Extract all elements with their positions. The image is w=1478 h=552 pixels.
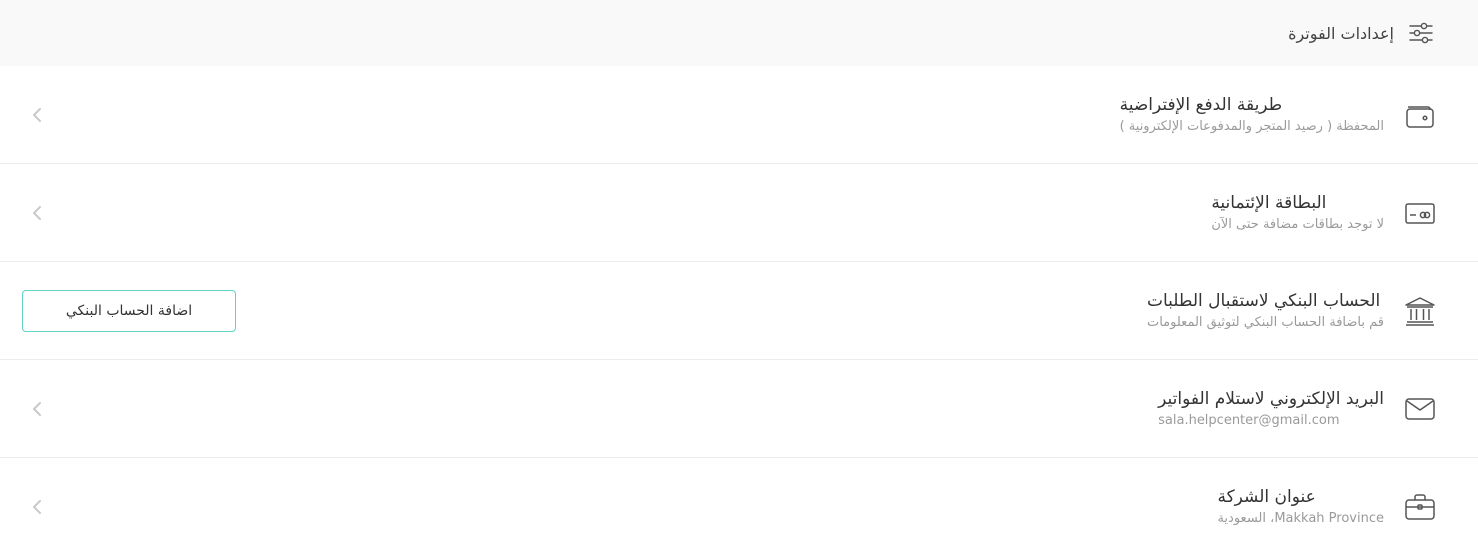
chevron-left-icon[interactable] bbox=[22, 394, 52, 424]
row-company-address[interactable]: عنوان الشركة Makkah Province، السعودية bbox=[0, 458, 1478, 552]
chevron-left-icon[interactable] bbox=[22, 198, 52, 228]
bank-icon bbox=[1404, 295, 1436, 327]
credit-card-icon bbox=[1404, 197, 1436, 229]
wallet-icon bbox=[1404, 99, 1436, 131]
row-title: البطاقة الإئتمانية bbox=[1211, 192, 1327, 213]
row-subtitle: لا توجد بطاقات مضافة حتى الآن bbox=[1211, 216, 1384, 232]
row-bank-account: الحساب البنكي لاستقبال الطلبات قم باضافة… bbox=[0, 262, 1478, 360]
envelope-icon bbox=[1404, 393, 1436, 425]
chevron-left-icon[interactable] bbox=[22, 100, 52, 130]
billing-settings-header: إعدادات الفوترة bbox=[0, 0, 1478, 66]
row-title: عنوان الشركة bbox=[1217, 487, 1316, 507]
row-credit-card[interactable]: البطاقة الإئتمانية لا توجد بطاقات مضافة … bbox=[0, 164, 1478, 262]
row-title: البريد الإلكتروني لاستلام الفواتير bbox=[1158, 388, 1384, 409]
row-subtitle: sala.helpcenter@gmail.com bbox=[1158, 412, 1340, 428]
briefcase-icon bbox=[1404, 491, 1436, 523]
row-subtitle: قم باضافة الحساب البنكي لتوثيق المعلومات bbox=[1146, 314, 1384, 330]
row-subtitle: Makkah Province، السعودية bbox=[1217, 511, 1384, 526]
row-default-payment-method[interactable]: طريقة الدفع الإفتراضية المحفظة ( رصيد ال… bbox=[0, 66, 1478, 164]
chevron-left-icon[interactable] bbox=[22, 492, 52, 522]
add-bank-account-button[interactable]: اضافة الحساب البنكي bbox=[22, 289, 236, 332]
page-title: إعدادات الفوترة bbox=[1288, 23, 1394, 43]
billing-settings-page: إعدادات الفوترة طريقة الدفع الإفتراضية ا… bbox=[0, 0, 1478, 552]
row-subtitle: المحفظة ( رصيد المتجر والمدفوعات الإلكتر… bbox=[1119, 118, 1384, 134]
row-title: الحساب البنكي لاستقبال الطلبات bbox=[1146, 290, 1381, 311]
row-title: طريقة الدفع الإفتراضية bbox=[1119, 94, 1283, 115]
row-invoice-email[interactable]: البريد الإلكتروني لاستلام الفواتير sala.… bbox=[0, 360, 1478, 458]
sliders-icon bbox=[1408, 20, 1434, 46]
